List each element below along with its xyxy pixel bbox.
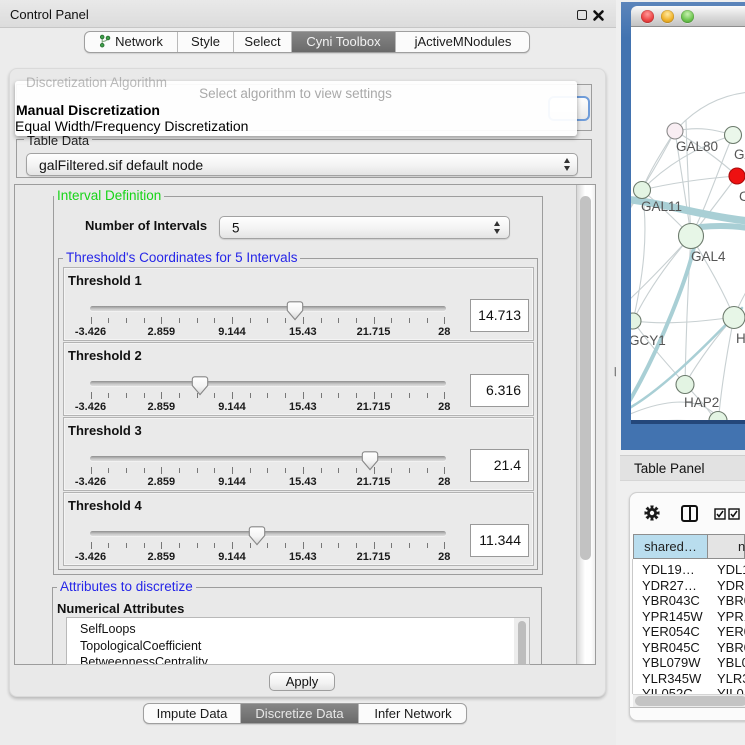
svg-text:HAP2: HAP2	[684, 395, 719, 410]
svg-text:GAL11: GAL11	[641, 199, 682, 214]
svg-text:H: H	[736, 331, 745, 346]
svg-text:GAL4: GAL4	[691, 249, 726, 264]
svg-text:GCY1: GCY1	[631, 333, 666, 348]
svg-text:GAL80: GAL80	[676, 139, 718, 154]
svg-text:GA: GA	[734, 147, 745, 162]
svg-text:C: C	[739, 189, 745, 204]
